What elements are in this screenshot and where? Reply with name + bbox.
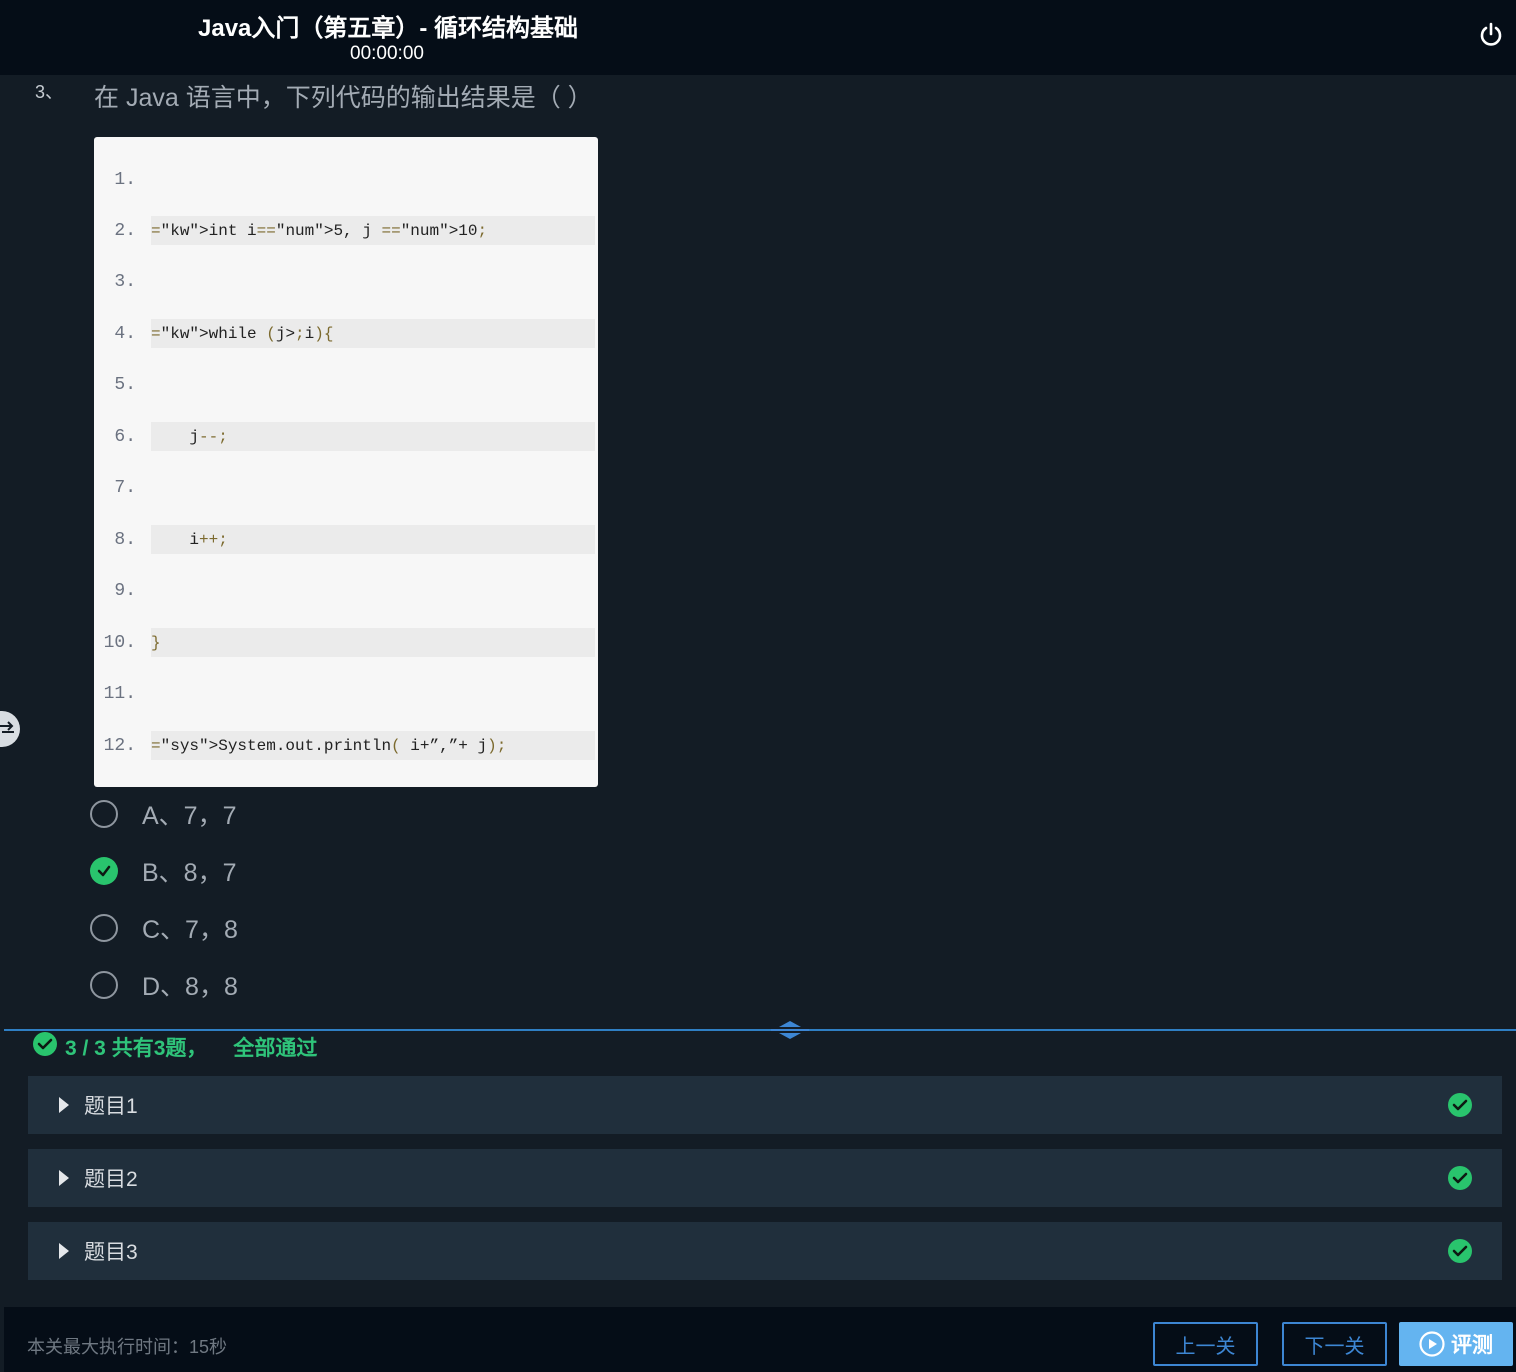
line-number: 10. bbox=[103, 632, 136, 653]
radio-button[interactable] bbox=[90, 914, 118, 942]
option-b[interactable]: B、8，7 bbox=[90, 855, 236, 887]
test-case-label: 题目3 bbox=[84, 1241, 138, 1264]
code-line: 4. = "kw">while (j>; i) { bbox=[94, 319, 598, 348]
question-number: 3、 bbox=[35, 82, 64, 102]
next-level-button[interactable]: 下一关 bbox=[1282, 1322, 1387, 1366]
caret-right-icon bbox=[59, 1243, 69, 1259]
result-summary: 3 / 3 共有3题， 全部通过 bbox=[33, 1032, 318, 1062]
top-bar: Java入门（第五章）- 循环结构基础 00:00:00 bbox=[0, 0, 1516, 75]
code-line: 6. j --; bbox=[94, 422, 598, 451]
option-label: D、8，8 bbox=[142, 973, 238, 1001]
power-icon[interactable] bbox=[1474, 18, 1508, 52]
evaluate-button[interactable]: 评测 bbox=[1399, 1322, 1513, 1366]
line-number: 5. bbox=[114, 374, 136, 395]
check-circle-icon bbox=[33, 1032, 57, 1062]
radio-checked-icon[interactable] bbox=[90, 857, 118, 885]
resize-handle-icon[interactable] bbox=[769, 1019, 811, 1041]
line-number: 12. bbox=[103, 735, 136, 756]
line-code: = "kw">int i = = "num">5, j = = "num">10; bbox=[151, 216, 595, 245]
page-title: Java入门（第五章）- 循环结构基础 bbox=[198, 15, 579, 42]
line-number: 11. bbox=[103, 683, 136, 704]
code-line: 2. = "kw">int i = = "num">5, j = = "num">10; bbox=[94, 216, 598, 245]
code-line: 1. bbox=[94, 165, 598, 194]
pane-divider[interactable] bbox=[4, 1029, 1516, 1031]
radio-button[interactable] bbox=[90, 800, 118, 828]
swap-icon[interactable] bbox=[0, 711, 20, 747]
option-c[interactable]: C、7，8 bbox=[90, 912, 238, 944]
code-block: 1. 2. = "kw">int i = = "num">5, j = = "num">… bbox=[94, 137, 598, 787]
caret-right-icon bbox=[59, 1097, 69, 1113]
option-label: C、7，8 bbox=[142, 916, 238, 944]
line-code: } bbox=[151, 628, 595, 657]
option-label: B、8，7 bbox=[142, 859, 237, 887]
code-line: 10. } bbox=[94, 628, 598, 657]
line-code: = "kw">while (j>; i) { bbox=[151, 319, 595, 348]
code-line: 12. = "sys">System.out.println( i+”,”+ j)… bbox=[94, 731, 598, 760]
line-number: 7. bbox=[114, 477, 136, 498]
check-circle-icon bbox=[1448, 1239, 1472, 1263]
evaluate-label: 评测 bbox=[1451, 1334, 1493, 1357]
code-line: 11. bbox=[94, 679, 598, 708]
status-text: 全部通过 bbox=[233, 1037, 318, 1060]
option-label: A、7，7 bbox=[142, 802, 237, 830]
line-number: 6. bbox=[114, 426, 136, 447]
score-text: 3 / 3 共有3题， bbox=[65, 1037, 208, 1060]
option-d[interactable]: D、8，8 bbox=[90, 969, 238, 1001]
check-circle-icon bbox=[1448, 1093, 1472, 1117]
line-number: 4. bbox=[114, 323, 136, 344]
line-code: j --; bbox=[151, 422, 595, 451]
test-case-3[interactable]: 题目3 bbox=[28, 1222, 1502, 1280]
line-number: 3. bbox=[114, 271, 136, 292]
line-number: 8. bbox=[114, 529, 136, 550]
timer: 00:00:00 bbox=[350, 43, 424, 64]
question-text: 在 Java 语言中，下列代码的输出结果是（ ） bbox=[94, 84, 593, 112]
line-number: 1. bbox=[114, 169, 136, 190]
radio-button[interactable] bbox=[90, 971, 118, 999]
line-code: = "sys">System.out.println( i+”,”+ j); bbox=[151, 731, 595, 760]
test-case-1[interactable]: 题目1 bbox=[28, 1076, 1502, 1134]
line-number: 2. bbox=[114, 220, 136, 241]
option-a[interactable]: A、7，7 bbox=[90, 798, 236, 830]
test-case-label: 题目1 bbox=[84, 1095, 138, 1118]
line-number: 9. bbox=[114, 580, 136, 601]
code-line: 7. bbox=[94, 473, 598, 502]
time-limit-text: 本关最大执行时间：15秒 bbox=[27, 1337, 228, 1357]
test-case-label: 题目2 bbox=[84, 1168, 138, 1191]
test-case-2[interactable]: 题目2 bbox=[28, 1149, 1502, 1207]
footer-bar: 本关最大执行时间：15秒 上一关 下一关 评测 bbox=[4, 1307, 1516, 1372]
line-code: i ++; bbox=[151, 525, 595, 554]
code-line: 8. i ++; bbox=[94, 525, 598, 554]
code-line: 9. bbox=[94, 576, 598, 605]
caret-right-icon bbox=[59, 1170, 69, 1186]
code-line: 3. bbox=[94, 267, 598, 296]
play-circle-icon bbox=[1419, 1331, 1445, 1357]
prev-level-button[interactable]: 上一关 bbox=[1153, 1322, 1258, 1366]
check-circle-icon bbox=[1448, 1166, 1472, 1190]
code-line: 5. bbox=[94, 370, 598, 399]
